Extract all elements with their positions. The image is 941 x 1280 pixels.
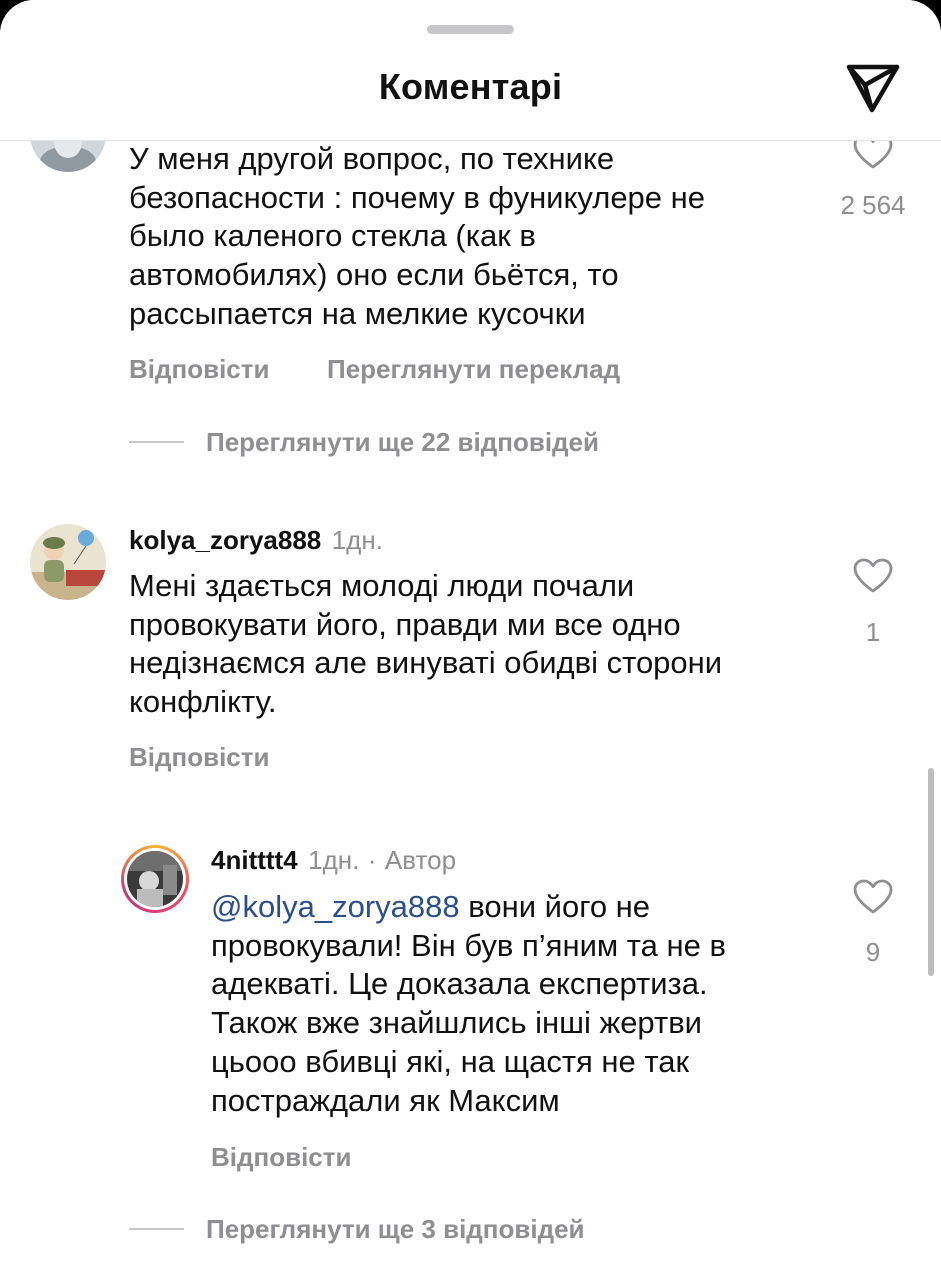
- mention-link[interactable]: @kolya_zorya888: [211, 889, 460, 924]
- timestamp: 1дн.: [331, 525, 383, 555]
- like-count: 1: [865, 617, 881, 647]
- reply-button[interactable]: Відповісти: [129, 742, 269, 773]
- send-icon[interactable]: [843, 60, 903, 116]
- reply-button[interactable]: Відповісти: [129, 354, 269, 385]
- view-more-replies-button[interactable]: Переглянути ще 3 відповідей: [206, 1214, 585, 1245]
- username[interactable]: kolya_zorya888: [129, 525, 321, 555]
- heart-icon[interactable]: [853, 558, 893, 594]
- like-count: 2 564: [840, 190, 906, 220]
- heart-icon[interactable]: [853, 879, 893, 915]
- avatar-photo: [127, 851, 183, 907]
- comment-text: @kolya_zorya888 вони його не провокували…: [211, 888, 851, 1120]
- like-count: 9: [865, 937, 881, 967]
- separator: ·: [367, 845, 377, 875]
- reply-button[interactable]: Відповісти: [211, 1142, 351, 1173]
- comments-sheet: У меня другой вопрос, по технике безопас…: [0, 0, 941, 1280]
- comment-text: У меня другой вопрос, по технике безопас…: [129, 141, 706, 331]
- view-more-replies-button[interactable]: Переглянути ще 22 відповідей: [206, 427, 599, 458]
- comment-meta: 4nitttt4 1дн. · Автор: [211, 845, 456, 876]
- username[interactable]: 4nitttt4: [211, 845, 298, 875]
- divider-line: [129, 441, 184, 443]
- scrollbar[interactable]: [928, 768, 934, 976]
- see-translation-button[interactable]: Переглянути переклад: [327, 354, 620, 385]
- avatar[interactable]: [30, 524, 106, 600]
- avatar-story-ring[interactable]: [121, 845, 189, 913]
- drag-handle[interactable]: [427, 25, 514, 34]
- avatar-photo: [30, 524, 106, 600]
- timestamp: 1дн.: [308, 845, 360, 875]
- page-title: Коментарі: [378, 66, 563, 107]
- sheet-header: Коментарі: [0, 0, 941, 141]
- comment-text: Мені здається молоді люди почали провоку…: [129, 568, 723, 720]
- divider-line: [129, 1228, 184, 1230]
- comment-meta: kolya_zorya888 1дн.: [129, 525, 383, 556]
- comments-list: У меня другой вопрос, по технике безопас…: [0, 0, 941, 1280]
- author-badge: Автор: [384, 845, 457, 875]
